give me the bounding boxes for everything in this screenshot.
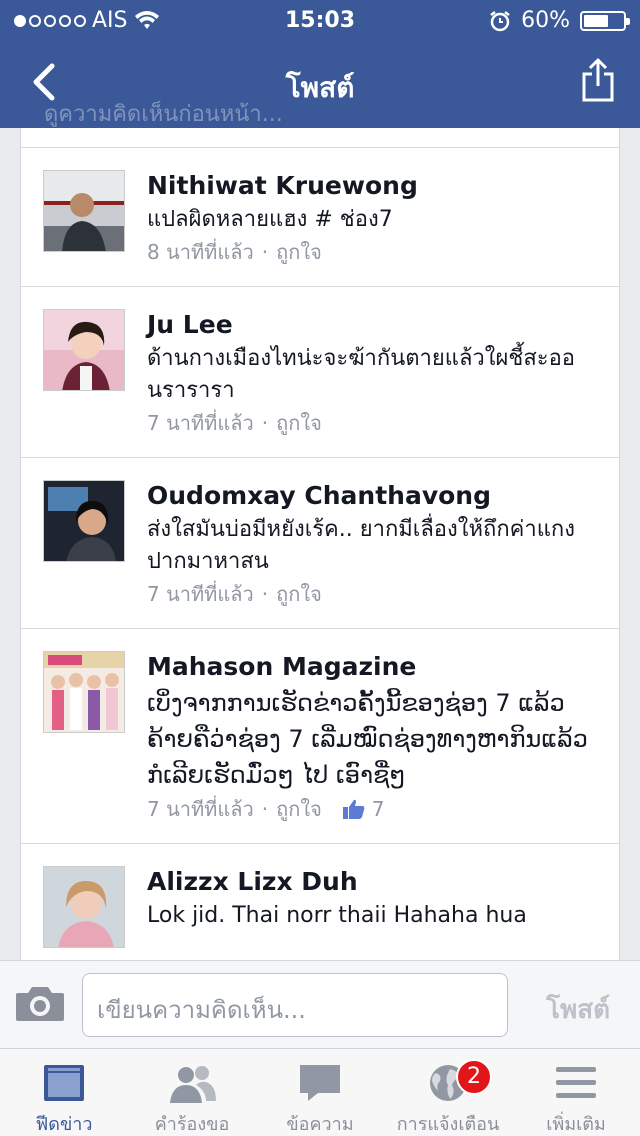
camera-icon[interactable] <box>14 983 66 1023</box>
commenter-name[interactable]: Oudomxay Chanthavong <box>147 480 601 512</box>
battery-icon <box>580 10 630 31</box>
comment-item: Nithiwat Kruewong แปลผิดหลายแฮง # ช่อง7 … <box>21 148 619 287</box>
meta-separator: · <box>261 240 269 264</box>
avatar[interactable] <box>43 866 125 948</box>
comment-time: 7 นาทีที่แล้ว <box>147 411 254 435</box>
meta-separator: · <box>261 411 269 435</box>
like-count[interactable]: 7 <box>342 793 385 825</box>
like-link[interactable]: ถูกใจ <box>276 578 322 610</box>
tab-notifications[interactable]: 2 การแจ้งเตือน <box>384 1049 512 1136</box>
comment-text: Lok jid. Thai norr thaii Hahaha hua <box>147 903 527 928</box>
comment-item: Alizzx Lizx Duh Lok jid. Thai norr thaii… <box>21 844 619 960</box>
comment-time: 8 นาทีที่แล้ว <box>147 240 254 264</box>
tab-news-feed[interactable]: ฟีดข่าว <box>0 1049 128 1136</box>
like-count-value: 7 <box>371 797 385 821</box>
thumbs-up-icon <box>342 799 365 819</box>
avatar[interactable] <box>43 651 125 733</box>
comment-text: ส่งใสมันบ่อมีหยังเร้ค.. ยากมีเลื่องให้ถึ… <box>147 517 575 574</box>
commenter-name[interactable]: Mahason Magazine <box>147 651 601 683</box>
comment-text: แปลผิดหลายแฮง # ช่อง7 <box>147 207 393 232</box>
more-menu-icon <box>556 1067 596 1098</box>
like-link[interactable]: ถูกใจ <box>276 793 322 825</box>
battery-percent: 60% <box>521 8 570 33</box>
comment-text: ด้านกางเมืองไทน่ะจะฆ้ากันตายแล้วใผชี้สะอ… <box>147 346 576 403</box>
status-right: 60% <box>489 8 630 33</box>
app-header: AIS 15:03 60% ดูความคิดเห็นก่อนหน้า... โ… <box>0 0 640 128</box>
comment-item: Mahason Magazine ເບິ່ງຈາກການເຮັດຂ່າວຄັ້ງ… <box>21 629 619 844</box>
post-button[interactable]: โพสต์ <box>546 989 610 1030</box>
tab-label: ข้อความ <box>286 1114 354 1135</box>
tab-label: เพิ่มเติม <box>546 1114 606 1135</box>
comment-text: ເບິ່ງຈາກການເຮັດຂ່າວຄັ້ງນີ້ຂອງຊ່ອງ 7 ແລ້ວ… <box>147 689 588 789</box>
tab-label: คำร้องขอ <box>154 1114 230 1135</box>
tab-messages[interactable]: ข้อความ <box>256 1049 384 1136</box>
like-link[interactable]: ถูกใจ <box>276 407 322 439</box>
list-spacer <box>21 128 619 148</box>
avatar[interactable] <box>43 309 125 391</box>
tab-more[interactable]: เพิ่มเติม <box>512 1049 640 1136</box>
commenter-name[interactable]: Alizzx Lizx Duh <box>147 866 601 898</box>
comment-composer: เขียนความคิดเห็น... โพสต์ <box>0 960 640 1048</box>
comments-list[interactable]: Nithiwat Kruewong แปลผิดหลายแฮง # ช่อง7 … <box>20 128 620 960</box>
comment-input-placeholder: เขียนความคิดเห็น... <box>97 996 306 1024</box>
meta-separator: · <box>261 582 269 606</box>
friend-requests-icon <box>170 1066 216 1103</box>
comment-time: 7 นาทีที่แล้ว <box>147 797 254 821</box>
share-icon[interactable] <box>580 56 616 104</box>
messages-icon <box>300 1065 340 1101</box>
news-feed-icon <box>44 1065 84 1101</box>
like-link[interactable]: ถูกใจ <box>276 236 322 268</box>
comment-item: Ju Lee ด้านกางเมืองไทน่ะจะฆ้ากันตายแล้วใ… <box>21 287 619 458</box>
tab-label: การแจ้งเตือน <box>396 1114 500 1135</box>
status-bar: AIS 15:03 60% <box>0 6 640 36</box>
tab-friend-requests[interactable]: คำร้องขอ <box>128 1049 256 1136</box>
bottom-tab-bar: ฟีดข่าว คำร้องขอ ข้อความ 2 การแจ้งเตือน <box>0 1048 640 1136</box>
comment-item: Oudomxay Chanthavong ส่งใสมันบ่อมีหยังเร… <box>21 458 619 629</box>
alarm-icon <box>490 10 510 31</box>
commenter-name[interactable]: Ju Lee <box>147 309 601 341</box>
meta-separator: · <box>261 797 269 821</box>
notification-badge: 2 <box>456 1059 492 1095</box>
page-title: โพสต์ <box>285 71 355 104</box>
comment-time: 7 นาทีที่แล้ว <box>147 582 254 606</box>
comment-input[interactable]: เขียนความคิดเห็น... <box>82 973 508 1037</box>
tab-label: ฟีดข่าว <box>35 1114 93 1135</box>
avatar[interactable] <box>43 170 125 252</box>
avatar[interactable] <box>43 480 125 562</box>
commenter-name[interactable]: Nithiwat Kruewong <box>147 170 601 202</box>
